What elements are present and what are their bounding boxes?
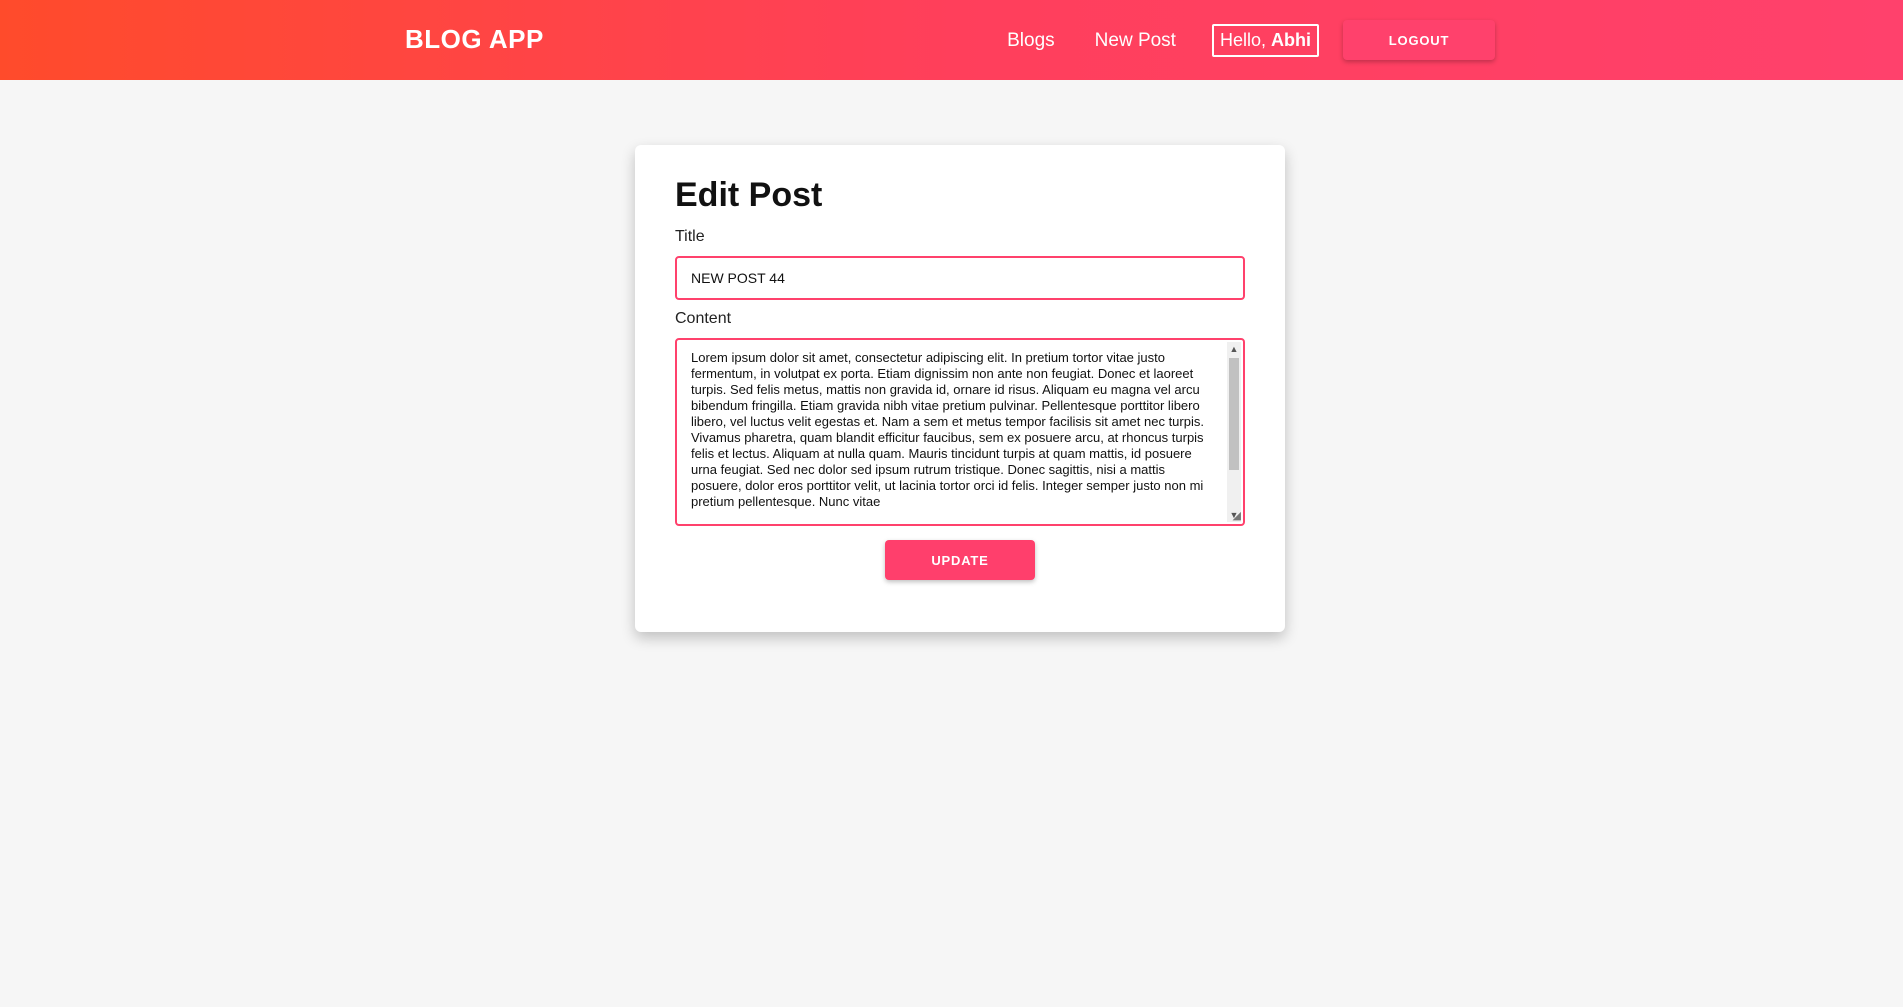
scroll-up-arrow-icon[interactable]: ▲ [1227, 342, 1241, 356]
username: Abhi [1271, 29, 1311, 50]
top-navbar: BLOG APP Blogs New Post Hello, Abhi LOGO… [0, 0, 1903, 80]
content-text[interactable]: Lorem ipsum dolor sit amet, consectetur … [677, 340, 1227, 524]
nav-link-new-post[interactable]: New Post [1095, 31, 1176, 50]
title-input[interactable] [675, 256, 1245, 301]
resize-grip-icon[interactable]: ◢ [1229, 510, 1241, 522]
greeting-prefix: Hello, [1219, 29, 1266, 50]
form-actions: UPDATE [675, 540, 1245, 581]
logout-button[interactable]: LOGOUT [1343, 20, 1495, 60]
user-greeting-badge: Hello, Abhi [1211, 23, 1319, 57]
title-label: Title [675, 228, 705, 246]
brand-logo[interactable]: BLOG APP [405, 24, 544, 55]
update-button[interactable]: UPDATE [885, 540, 1035, 581]
edit-post-card: Edit Post Title Content Lorem ipsum dolo… [635, 145, 1285, 632]
content-textarea[interactable]: Lorem ipsum dolor sit amet, consectetur … [675, 338, 1245, 527]
scrollbar-thumb[interactable] [1229, 358, 1239, 471]
nav-link-blogs[interactable]: Blogs [1007, 31, 1055, 50]
main-nav: Blogs New Post Hello, Abhi LOGOUT [1007, 0, 1495, 80]
page-title: Edit Post [675, 176, 823, 214]
content-scrollbar[interactable]: ▲ ▼ [1227, 342, 1241, 523]
content-label: Content [675, 310, 732, 328]
